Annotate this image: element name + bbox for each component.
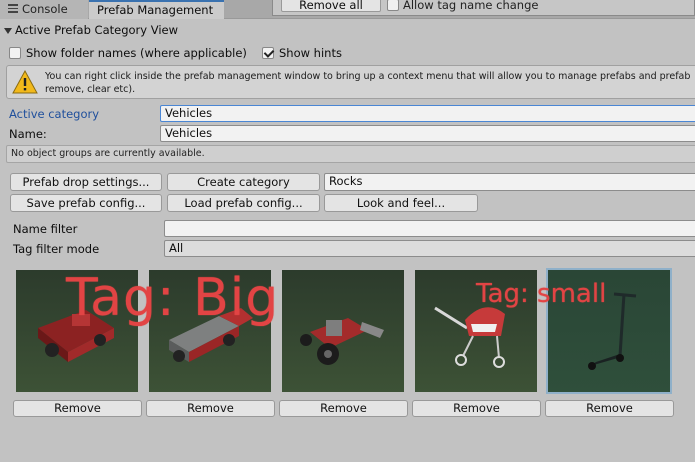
save-prefab-config-button[interactable]: Save prefab config...	[10, 194, 162, 212]
remove-button-tractor[interactable]: Remove	[279, 400, 408, 417]
tab-console[interactable]: Console	[0, 0, 88, 19]
allow-tag-name-change-checkbox[interactable]	[387, 0, 399, 11]
show-folder-names-label: Show folder names (where applicable)	[26, 46, 247, 60]
show-hints-checkbox[interactable]	[262, 47, 274, 59]
remove-button-stroller[interactable]: Remove	[412, 400, 541, 417]
foldout-arrow-icon	[4, 27, 12, 34]
tractor-preview-image	[282, 270, 404, 392]
name-label: Name:	[9, 127, 47, 141]
look-and-feel-button[interactable]: Look and feel...	[324, 194, 478, 212]
tag-filter-mode-label: Tag filter mode	[13, 242, 100, 256]
allow-tag-name-change-label: Allow tag name change	[403, 0, 539, 12]
new-category-name-field[interactable]: Rocks	[324, 173, 695, 191]
show-folder-names-checkbox[interactable]	[9, 47, 21, 59]
remove-button-scooter[interactable]: Remove	[545, 400, 674, 417]
create-category-button[interactable]: Create category	[167, 173, 320, 191]
hint-box: You can right click inside the prefab ma…	[6, 65, 695, 99]
show-hints-toggle[interactable]: Show hints	[262, 46, 352, 60]
object-groups-info: No object groups are currently available…	[6, 145, 695, 163]
remove-all-button[interactable]: Remove all	[281, 0, 381, 12]
foldout-label: Active Prefab Category View	[15, 23, 179, 37]
tag-popup: Remove all Allow tag name change	[272, 0, 695, 16]
tab-prefab-management-label: Prefab Management	[97, 3, 214, 17]
tag-small-overlay: Tag: small	[476, 279, 607, 309]
hint-line-2: remove, clear etc).	[45, 84, 136, 95]
prefab-drop-settings-button[interactable]: Prefab drop settings...	[10, 173, 162, 191]
active-category-label: Active category	[9, 107, 100, 121]
name-filter-label: Name filter	[13, 222, 78, 236]
tab-prefab-management[interactable]: Prefab Management	[89, 0, 224, 19]
warning-icon	[12, 70, 38, 94]
active-category-dropdown[interactable]: Vehicles	[160, 105, 695, 122]
remove-button-truck[interactable]: Remove	[146, 400, 275, 417]
remove-button-harvester[interactable]: Remove	[13, 400, 142, 417]
load-prefab-config-button[interactable]: Load prefab config...	[167, 194, 320, 212]
active-category-foldout[interactable]: Active Prefab Category View	[0, 21, 695, 39]
show-hints-label: Show hints	[279, 46, 342, 60]
hint-text: You can right click inside the prefab ma…	[45, 70, 695, 96]
show-folder-names-toggle[interactable]: Show folder names (where applicable)	[9, 46, 249, 60]
console-icon	[8, 4, 18, 13]
prefab-preview-tractor[interactable]	[282, 270, 404, 392]
name-filter-field[interactable]	[164, 220, 695, 237]
tab-console-label: Console	[22, 2, 68, 16]
category-name-field[interactable]: Vehicles	[160, 125, 695, 142]
hint-line-1: You can right click inside the prefab ma…	[45, 71, 691, 82]
tag-filter-mode-dropdown[interactable]: All	[164, 240, 695, 257]
tag-big-overlay: Tag: Big	[66, 268, 280, 328]
